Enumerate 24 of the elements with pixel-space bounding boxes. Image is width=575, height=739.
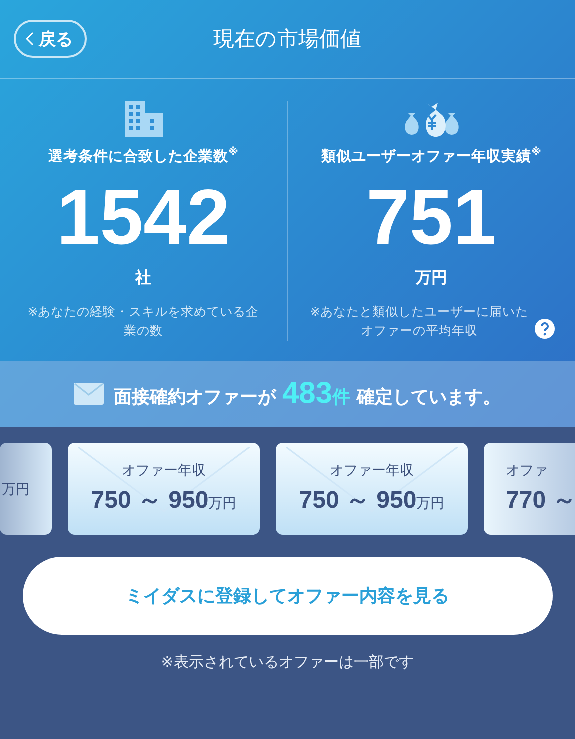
offer-salary: 770 ～ bbox=[506, 486, 575, 516]
chevron-left-icon bbox=[26, 32, 34, 46]
stat-value: 1542 bbox=[56, 178, 230, 256]
stat-unit: 社 bbox=[136, 268, 152, 289]
stat-note: ※あなたの経験・スキルを求めている企業の数 bbox=[26, 303, 260, 340]
offer-title: オファ bbox=[506, 462, 548, 480]
stat-note: ※あなたと類似したユーザーに届いたオファーの平均年収 bbox=[309, 303, 530, 340]
stat-unit: 万円 bbox=[416, 268, 448, 289]
footnote: ※表示されているオファーは一部です bbox=[161, 652, 414, 672]
building-icon bbox=[124, 101, 162, 137]
envelope-icon bbox=[74, 382, 104, 404]
offer-salary: 750 ～ 950万円 bbox=[299, 486, 445, 516]
back-button[interactable]: 戻る bbox=[14, 20, 87, 58]
offer-salary: 万円 bbox=[2, 480, 30, 498]
offer-count-text: 面接確約オファーが 483件 確定しています。 bbox=[114, 376, 501, 410]
page-title: 現在の市場価値 bbox=[214, 26, 362, 53]
stat-value: 751 bbox=[366, 178, 497, 256]
offer-title: オファー年収 bbox=[122, 462, 206, 480]
offer-salary: 750 ～ 950万円 bbox=[91, 486, 237, 516]
offer-title: オファー年収 bbox=[330, 462, 414, 480]
stat-label: 類似ユーザーオファー年収実績$^{※}$ bbox=[322, 147, 542, 166]
register-button[interactable]: ミイダスに登録してオファー内容を見る bbox=[22, 556, 552, 634]
stat-label: 選考条件に合致した企業数$^{※}$ bbox=[48, 147, 238, 166]
help-icon[interactable] bbox=[534, 318, 554, 338]
